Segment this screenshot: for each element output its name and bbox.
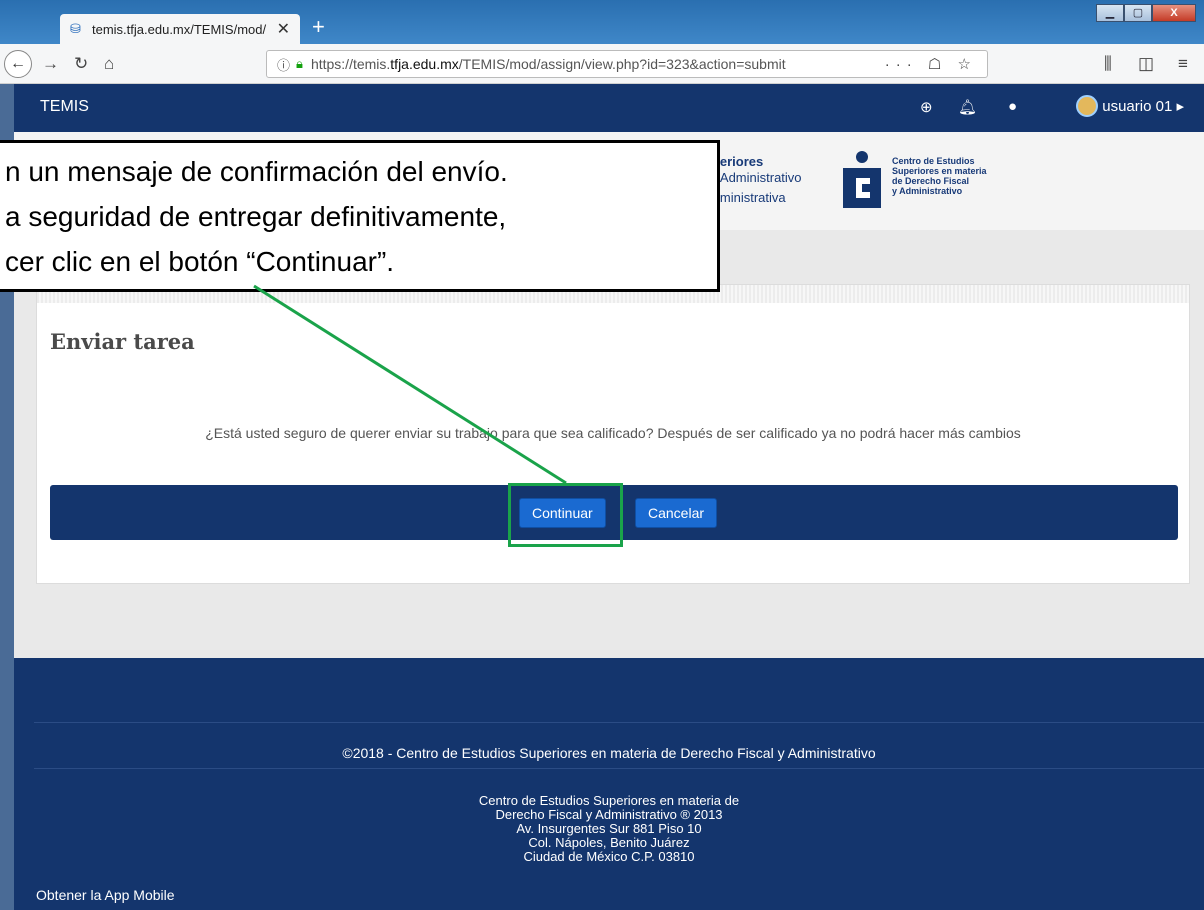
lock-icon: 🔒︎ xyxy=(296,56,303,71)
window-close-button[interactable]: X xyxy=(1152,4,1196,22)
mobile-app-link[interactable]: Obtener la App Mobile xyxy=(36,887,175,903)
callout-line: n un mensaje de confirmación del envío. xyxy=(5,156,508,187)
page-actions-icon[interactable]: ··· ☖ ☆ xyxy=(885,55,977,73)
reload-icon[interactable]: ↻ xyxy=(74,54,88,74)
footer-divider xyxy=(34,722,1204,723)
back-arrow-icon[interactable]: ← xyxy=(4,50,32,78)
user-menu[interactable]: usuario 01 ▸ xyxy=(1076,95,1184,117)
footer-copyright: ©2018 - Centro de Estudios Superiores en… xyxy=(342,745,876,761)
tab-close-icon[interactable]: ✕ xyxy=(277,19,290,39)
tutorial-callout: n un mensaje de confirmación del envío. … xyxy=(0,140,720,292)
window-controls: ▁ ▢ X xyxy=(1096,4,1196,22)
notifications-bell-icon[interactable]: 🔔︎ xyxy=(958,98,977,116)
callout-line: cer clic en el botón “Continuar”. xyxy=(5,246,395,277)
menu-hamburger-icon[interactable]: ≡ xyxy=(1178,54,1188,74)
forward-arrow-icon[interactable]: → xyxy=(42,54,59,74)
browser-titlebar: ⛁ temis.tfja.edu.mx/TEMIS/mod/ ✕ + ▁ ▢ X xyxy=(0,0,1204,44)
new-tab-button[interactable]: + xyxy=(312,14,325,40)
site-footer: ©2018 - Centro de Estudios Superiores en… xyxy=(14,658,1204,910)
home-icon[interactable]: ⌂ xyxy=(104,54,114,74)
minimize-button[interactable]: ▁ xyxy=(1096,4,1124,22)
confirmation-message: ¿Está usted seguro de querer enviar su t… xyxy=(205,425,1021,441)
continue-highlight-box xyxy=(508,483,623,547)
library-icon[interactable]: ⫼ xyxy=(1104,54,1112,74)
url-text: https://temis.tfja.edu.mx/TEMIS/mod/assi… xyxy=(310,56,786,72)
cancel-button[interactable]: Cancelar xyxy=(635,498,718,528)
site-brand[interactable]: TEMIS xyxy=(40,98,89,116)
maximize-button[interactable]: ▢ xyxy=(1124,4,1152,22)
footer-address: Centro de Estudios Superiores en materia… xyxy=(478,793,740,864)
user-name: usuario 01 ▸ xyxy=(1102,98,1184,115)
ceside-logo-icon xyxy=(843,151,881,208)
avatar xyxy=(1076,95,1099,117)
sidebar-icon[interactable]: ◫ xyxy=(1138,54,1154,74)
site-navbar: TEMIS ⊕ 🔔︎ ● usuario 01 ▸ xyxy=(14,84,1204,132)
browser-navbar: ← → ↻ ⌂ ⓘ 🔒︎ https://temis.tfja.edu.mx/T… xyxy=(0,44,1204,84)
callout-line: a seguridad de entregar definitivamente, xyxy=(5,201,507,232)
logo-right-text: Centro de Estudios Superiores en materia… xyxy=(892,156,987,196)
page-title: Enviar tarea xyxy=(50,329,195,354)
footer-divider xyxy=(34,768,1204,769)
address-bar[interactable]: ⓘ 🔒︎ https://temis.tfja.edu.mx/TEMIS/mod… xyxy=(266,50,988,78)
messages-chat-icon[interactable]: ● xyxy=(1008,98,1017,115)
tab-title: temis.tfja.edu.mx/TEMIS/mod/ xyxy=(92,21,267,37)
info-icon[interactable]: ⓘ xyxy=(277,55,290,74)
site-favicon-icon: ⛁ xyxy=(70,21,81,36)
language-icon[interactable]: ⊕ xyxy=(920,98,933,116)
browser-tab[interactable]: ⛁ temis.tfja.edu.mx/TEMIS/mod/ ✕ xyxy=(60,14,300,44)
